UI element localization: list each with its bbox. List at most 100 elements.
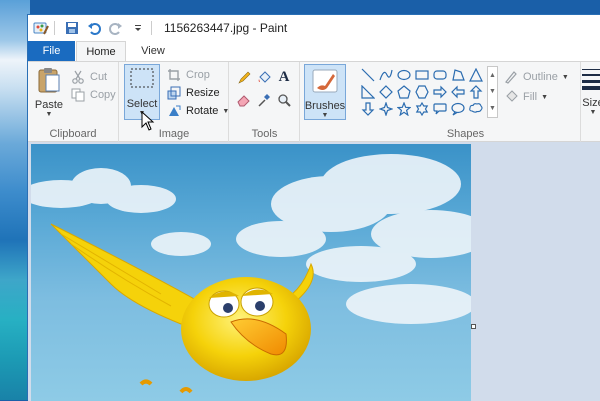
outline-icon — [503, 69, 519, 85]
brushes-dropdown-icon: ▼ — [321, 112, 329, 119]
customize-arrow-icon[interactable] — [129, 19, 147, 37]
size-group: Size ▼ — [582, 62, 600, 142]
crop-label: Crop — [186, 69, 210, 81]
rotate-icon — [166, 103, 182, 119]
paint-window: 1156263447.jpg - Paint File Home View Pa… — [27, 14, 600, 401]
diamond-shape-icon[interactable] — [377, 83, 395, 100]
hexagon-shape-icon[interactable] — [413, 83, 431, 100]
rounded-rectangle-shape-icon[interactable] — [431, 66, 449, 83]
resize-handle[interactable] — [471, 324, 476, 329]
undo-icon[interactable] — [85, 19, 103, 37]
tab-file[interactable]: File — [28, 41, 75, 61]
polygon-shape-icon[interactable] — [449, 66, 467, 83]
title-separator — [54, 21, 55, 35]
image-group: Select ▼ Crop Resize Rotate ▼ — [120, 62, 229, 142]
copy-button[interactable]: Copy — [70, 86, 116, 104]
rotate-button[interactable]: Rotate ▼ — [166, 102, 229, 120]
six-point-star-shape-icon[interactable] — [413, 100, 431, 117]
paste-icon — [37, 66, 61, 97]
text-icon[interactable]: A — [276, 69, 292, 85]
resize-button[interactable]: Resize — [166, 84, 220, 102]
window-title: 1156263447.jpg - Paint — [164, 21, 288, 35]
desktop-background — [0, 0, 30, 400]
eraser-icon[interactable] — [236, 92, 252, 108]
cut-button[interactable]: Cut — [70, 68, 107, 86]
title-separator-2 — [151, 21, 152, 35]
resize-label: Resize — [186, 87, 220, 99]
brushes-button[interactable]: Brushes ▼ — [304, 64, 346, 120]
shapes-group-label: Shapes — [446, 128, 485, 140]
right-triangle-shape-icon[interactable] — [359, 83, 377, 100]
copy-icon — [70, 87, 86, 103]
cloud-callout-shape-icon[interactable] — [467, 100, 485, 117]
paste-label: Paste — [34, 99, 64, 111]
outline-label: Outline — [523, 71, 558, 83]
tab-view[interactable]: View — [132, 41, 174, 61]
resize-icon — [166, 85, 182, 101]
clipboard-group: Paste ▼ Cut Copy Clipboard — [28, 62, 119, 142]
crop-button[interactable]: Crop — [166, 66, 210, 84]
fill-dropdown-icon: ▼ — [541, 93, 548, 101]
scroll-down-icon[interactable]: ▼ — [489, 88, 496, 95]
shapes-gallery-scroll[interactable]: ▲ ▼ ▼ — [487, 66, 498, 118]
scissors-icon — [70, 69, 86, 85]
outline-dropdown-icon: ▼ — [561, 73, 569, 81]
size-dropdown-icon: ▼ — [589, 109, 597, 116]
tools-group: A Tools — [230, 62, 300, 142]
shapes-group: ▲ ▼ ▼ Outline ▼ Fill ▼ Shapes — [351, 62, 581, 142]
size-label: Size — [582, 97, 600, 109]
color-picker-icon[interactable] — [256, 92, 272, 108]
four-point-star-shape-icon[interactable] — [377, 100, 395, 117]
magnifier-icon[interactable] — [276, 92, 292, 108]
fill-icon — [503, 89, 519, 105]
clipboard-group-label: Clipboard — [49, 128, 97, 140]
brush-icon — [311, 68, 339, 97]
brushes-label: Brushes — [304, 100, 346, 112]
ribbon: Paste ▼ Cut Copy Clipboard Select Crop R… — [28, 61, 600, 142]
gallery-expand-icon[interactable]: ▼ — [489, 105, 496, 112]
ribbon-tabs: File Home View — [28, 41, 600, 62]
crop-icon — [166, 67, 182, 83]
select-label: Select — [126, 98, 158, 110]
right-arrow-shape-icon[interactable] — [431, 83, 449, 100]
rotate-dropdown-icon: ▼ — [222, 107, 230, 115]
pentagon-shape-icon[interactable] — [395, 83, 413, 100]
oval-shape-icon[interactable] — [395, 66, 413, 83]
paint-app-icon[interactable] — [32, 19, 50, 37]
redo-icon[interactable] — [107, 19, 125, 37]
canvas-area[interactable] — [28, 142, 600, 401]
line-shape-icon[interactable] — [359, 66, 377, 83]
fill-label: Fill — [523, 91, 538, 103]
brushes-group: Brushes ▼ — [301, 62, 351, 142]
oval-callout-shape-icon[interactable] — [449, 100, 467, 117]
down-arrow-shape-icon[interactable] — [359, 100, 377, 117]
cut-label: Cut — [90, 71, 108, 83]
fill-button[interactable]: Fill ▼ — [503, 88, 548, 106]
left-arrow-shape-icon[interactable] — [449, 83, 467, 100]
pencil-icon[interactable] — [236, 70, 252, 86]
copy-label: Copy — [90, 89, 116, 101]
outline-button[interactable]: Outline ▼ — [503, 68, 569, 86]
paste-dropdown-icon: ▼ — [45, 111, 53, 118]
shapes-gallery — [359, 66, 485, 117]
triangle-shape-icon[interactable] — [467, 66, 485, 83]
curve-shape-icon[interactable] — [377, 66, 395, 83]
five-point-star-shape-icon[interactable] — [395, 100, 413, 117]
fill-bucket-icon[interactable] — [256, 70, 272, 86]
size-button[interactable]: Size ▼ — [582, 66, 600, 116]
up-arrow-shape-icon[interactable] — [467, 83, 485, 100]
rectangle-shape-icon[interactable] — [413, 66, 431, 83]
tab-home[interactable]: Home — [76, 41, 126, 62]
title-bar: 1156263447.jpg - Paint — [28, 15, 600, 41]
mouse-cursor-icon — [141, 110, 155, 134]
rounded-callout-shape-icon[interactable] — [431, 100, 449, 117]
scroll-up-icon[interactable]: ▲ — [489, 72, 496, 79]
size-lines-icon — [582, 66, 600, 93]
rotate-label: Rotate — [186, 105, 219, 117]
select-rect-icon — [129, 67, 155, 92]
paste-button[interactable]: Paste ▼ — [34, 66, 64, 118]
image-group-label: Image — [158, 128, 190, 140]
save-icon[interactable] — [63, 19, 81, 37]
tools-group-label: Tools — [251, 128, 278, 140]
image-canvas[interactable] — [31, 144, 471, 401]
